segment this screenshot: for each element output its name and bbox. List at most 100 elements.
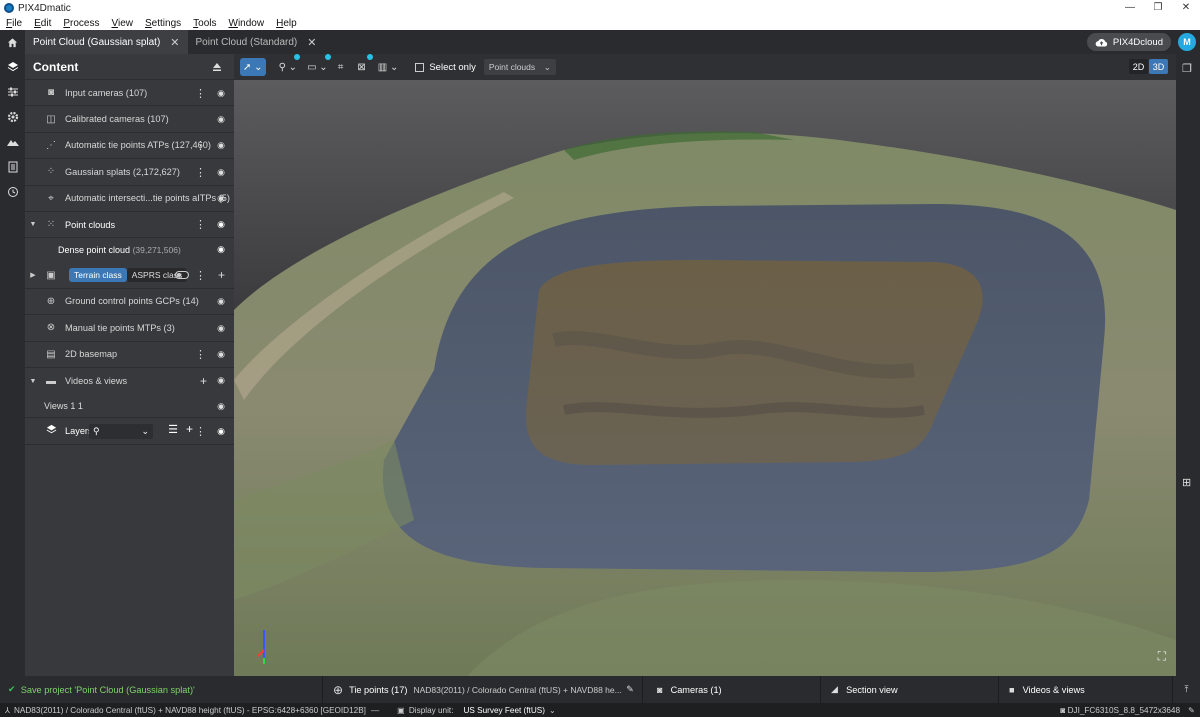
tab-section-view[interactable]: ◢ Section view bbox=[820, 676, 998, 703]
visibility-icon[interactable]: ◉ bbox=[217, 212, 225, 238]
tab-gaussian-splat[interactable]: Point Cloud (Gaussian splat) ✕ bbox=[25, 30, 188, 54]
tab-standard[interactable]: Point Cloud (Standard) ✕ bbox=[188, 30, 325, 54]
list-item-layers[interactable]: Layers ⚲ ⌄ ☰ + ⋮ ◉ bbox=[25, 418, 234, 445]
expand-down-icon[interactable]: ▼ bbox=[27, 221, 39, 228]
bottom-panel-bar: ✔ Save project 'Point Cloud (Gaussian sp… bbox=[0, 676, 1200, 703]
list-icon[interactable]: ☰ bbox=[168, 423, 178, 436]
list-item-classification[interactable]: ▶ ▣ Terrain class ASPRS class ⋮ + bbox=[25, 262, 234, 289]
eject-icon[interactable] bbox=[212, 61, 222, 75]
close-tab-icon[interactable]: ✕ bbox=[307, 36, 316, 49]
class-toggle[interactable] bbox=[175, 271, 189, 280]
edit-pencil-icon[interactable]: ✎ bbox=[1188, 705, 1195, 715]
more-options-icon[interactable]: ⋮ bbox=[195, 159, 206, 185]
expand-right-icon[interactable]: ▶ bbox=[27, 271, 39, 279]
maximize-button[interactable]: ❐ bbox=[1144, 0, 1172, 16]
edit-pencil-icon[interactable]: ✎ bbox=[626, 684, 634, 695]
display-unit-value[interactable]: US Survey Feet (ftUS) bbox=[463, 706, 544, 715]
list-item-videos-views[interactable]: ▼ ▬ Videos & views + ◉ bbox=[25, 368, 234, 394]
mode-3d-button[interactable]: 3D bbox=[1149, 59, 1168, 74]
list-item-aitps[interactable]: ⌖ Automatic intersecti...tie points aITP… bbox=[25, 186, 234, 212]
menu-view[interactable]: View bbox=[105, 18, 139, 29]
tab-videos-views[interactable]: ■ Videos & views bbox=[998, 676, 1172, 703]
expand-panel-icon[interactable]: ⤒ bbox=[1172, 676, 1200, 703]
visibility-hidden-icon[interactable]: ◉ bbox=[217, 106, 225, 132]
layer-search-input[interactable]: ⚲ ⌄ bbox=[89, 424, 153, 440]
copy-icon[interactable]: ❐ bbox=[1182, 62, 1192, 75]
visibility-hidden-icon[interactable]: ◉ bbox=[217, 289, 225, 315]
add-layer-icon[interactable]: + bbox=[186, 422, 193, 436]
menu-process[interactable]: Process bbox=[57, 18, 105, 29]
crop-tool-button[interactable]: ⌗ bbox=[335, 58, 347, 76]
more-options-icon[interactable]: ⋮ bbox=[195, 262, 206, 288]
tab-bar: Point Cloud (Gaussian splat) ✕ Point Clo… bbox=[0, 30, 1200, 54]
menu-help[interactable]: Help bbox=[270, 18, 303, 29]
menu-file[interactable]: File bbox=[0, 18, 28, 29]
list-item-automatic-tie-points[interactable]: ⋰ Automatic tie points ATPs (127,460) ⋮ … bbox=[25, 133, 234, 160]
list-item-gaussian-splats[interactable]: ⁘ Gaussian splats (2,172,627) ⋮ ◉ bbox=[25, 159, 234, 186]
minimize-button[interactable]: — bbox=[1116, 0, 1144, 16]
region-tool-button[interactable]: ⊠ bbox=[354, 54, 373, 76]
menu-edit[interactable]: Edit bbox=[28, 18, 57, 29]
mode-2d-button[interactable]: 2D bbox=[1129, 59, 1148, 74]
list-item-point-clouds[interactable]: ▼ ⁙ Point clouds ⋮ ◉ bbox=[25, 212, 234, 239]
list-item-gcps[interactable]: ⊕ Ground control points GCPs (14) ◉ bbox=[25, 289, 234, 316]
visibility-icon[interactable]: ◉ bbox=[217, 244, 225, 255]
terrain-icon[interactable] bbox=[0, 129, 25, 154]
more-options-icon[interactable]: ⋮ bbox=[195, 342, 206, 368]
tab-label: Point Cloud (Standard) bbox=[195, 36, 298, 48]
list-item-views[interactable]: Views 1 1 ◉ bbox=[25, 394, 234, 419]
3d-viewport[interactable]: ⛶ bbox=[234, 80, 1176, 676]
select-target-dropdown[interactable]: Point clouds ⌄ bbox=[483, 59, 556, 75]
menu-tools[interactable]: Tools bbox=[187, 18, 222, 29]
visibility-hidden-icon[interactable]: ◉ bbox=[217, 80, 225, 106]
fullscreen-icon[interactable]: ⛶ bbox=[1158, 649, 1166, 664]
menu-window[interactable]: Window bbox=[223, 18, 271, 29]
expand-down-icon[interactable]: ▼ bbox=[27, 378, 39, 385]
add-icon[interactable]: + bbox=[218, 262, 225, 288]
gear-icon[interactable] bbox=[0, 104, 25, 129]
layers-stack-icon[interactable] bbox=[0, 54, 25, 79]
visibility-icon[interactable]: ◉ bbox=[217, 418, 225, 444]
tab-cameras[interactable]: ◙ Cameras (1) bbox=[642, 676, 820, 703]
home-icon[interactable] bbox=[0, 30, 25, 54]
sliders-icon[interactable] bbox=[0, 79, 25, 104]
tab-tie-points[interactable]: ⊕ Tie points (17) NAD83(2011) / Colorado… bbox=[322, 676, 642, 703]
list-item-input-cameras[interactable]: ◙ Input cameras (107) ⋮ ◉ bbox=[25, 80, 234, 107]
visibility-hidden-icon[interactable]: ◉ bbox=[217, 315, 225, 341]
item-label: Ground control points GCPs (14) bbox=[65, 296, 199, 307]
item-label: Automatic intersecti...tie points aITPs … bbox=[65, 193, 230, 204]
more-options-icon[interactable]: ⋮ bbox=[195, 418, 206, 444]
list-item-dense-point-cloud[interactable]: Dense point cloud (39,271,506) ◉ bbox=[25, 238, 234, 262]
pix4dcloud-button[interactable]: PIX4Dcloud bbox=[1086, 33, 1171, 51]
visibility-hidden-icon[interactable]: ◉ bbox=[217, 368, 225, 394]
terrain-class-chip[interactable]: Terrain class bbox=[69, 268, 127, 283]
select-tool-button[interactable]: ➚ ⌄ bbox=[240, 58, 266, 76]
report-icon[interactable] bbox=[0, 154, 25, 179]
visibility-hidden-icon[interactable]: ◉ bbox=[217, 159, 225, 185]
more-options-icon[interactable]: ⋮ bbox=[195, 80, 206, 106]
avatar[interactable]: M bbox=[1178, 33, 1196, 51]
visibility-hidden-icon[interactable]: ◉ bbox=[217, 401, 225, 412]
close-window-button[interactable]: ✕ bbox=[1172, 0, 1200, 16]
section-tool-button[interactable]: ▥ ⌄ bbox=[375, 58, 402, 76]
add-view-icon[interactable]: + bbox=[200, 368, 207, 394]
select-only-checkbox[interactable]: Select only bbox=[415, 62, 476, 73]
measure-tool-button[interactable]: ▭ ⌄ bbox=[304, 54, 331, 76]
menu-settings[interactable]: Settings bbox=[139, 18, 187, 29]
chevron-down-icon[interactable]: ⌄ bbox=[549, 705, 556, 715]
more-options-icon[interactable]: ⋮ bbox=[195, 212, 206, 238]
grid-icon[interactable]: ⊞ bbox=[1182, 476, 1191, 489]
more-options-icon[interactable]: ⋮ bbox=[195, 133, 206, 159]
visibility-hidden-icon[interactable]: ◉ bbox=[217, 133, 225, 159]
visibility-hidden-icon[interactable]: ◉ bbox=[217, 186, 225, 212]
list-item-calibrated-cameras[interactable]: ◫ Calibrated cameras (107) ◉ bbox=[25, 106, 234, 133]
list-item-mtps[interactable]: ⊗ Manual tie points MTPs (3) ◉ bbox=[25, 315, 234, 342]
chevron-down-icon: ⌄ bbox=[254, 61, 263, 73]
close-tab-icon[interactable]: ✕ bbox=[170, 36, 179, 49]
marker-tool-button[interactable]: ⚲ ⌄ bbox=[276, 54, 301, 76]
list-item-2d-basemap[interactable]: ▤ 2D basemap ⋮ ◉ bbox=[25, 342, 234, 368]
history-icon[interactable] bbox=[0, 179, 25, 204]
checkbox-box[interactable] bbox=[415, 62, 425, 72]
cloud-upload-icon bbox=[1095, 38, 1107, 47]
visibility-hidden-icon[interactable]: ◉ bbox=[217, 342, 225, 368]
